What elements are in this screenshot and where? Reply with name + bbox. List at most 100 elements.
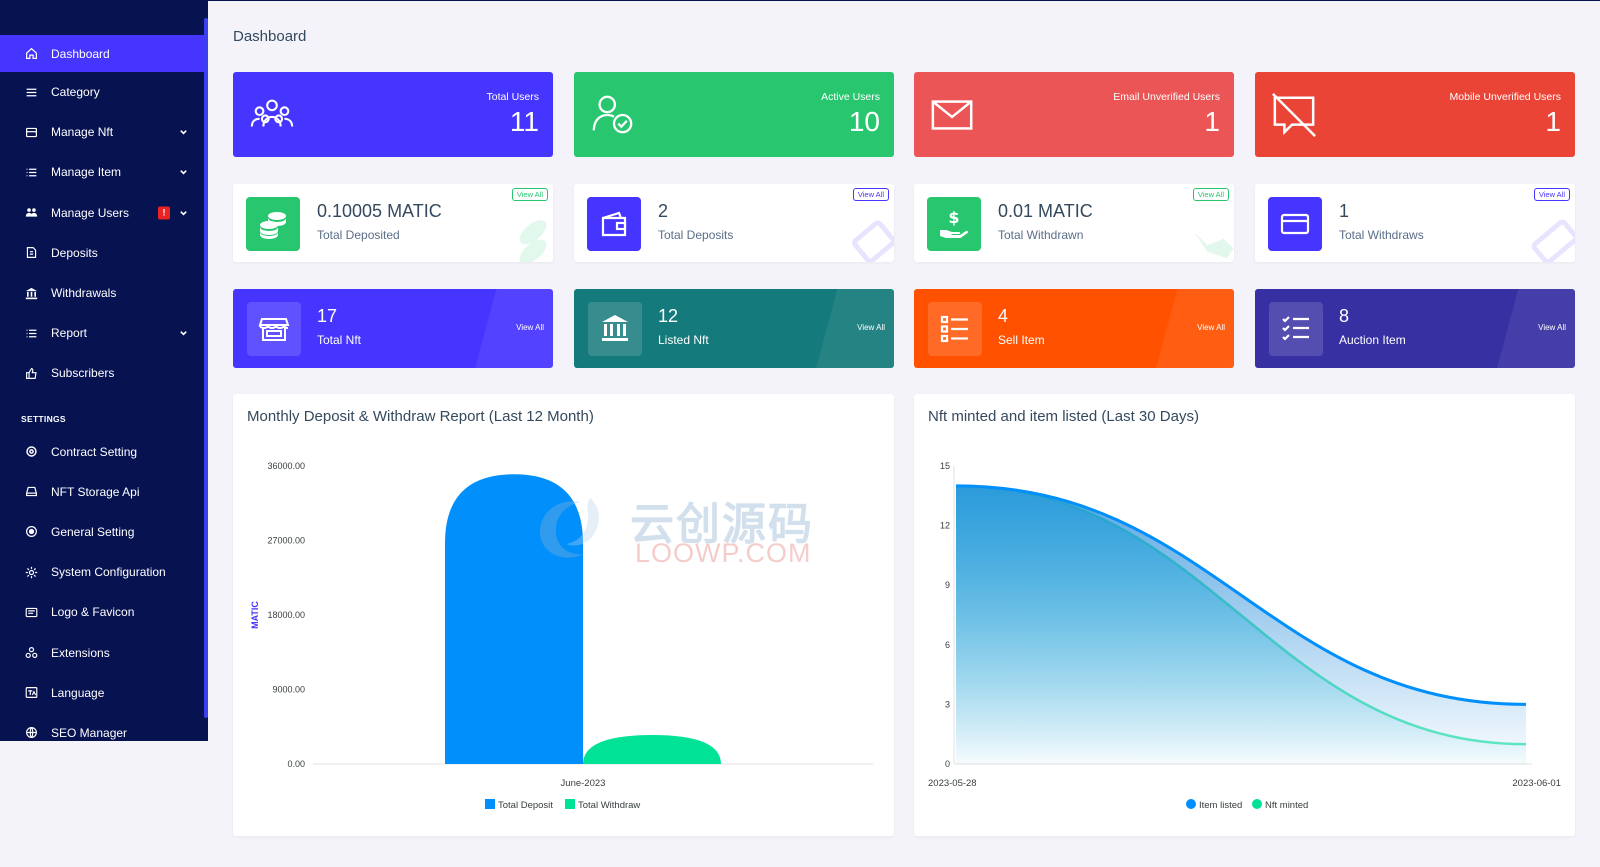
widget-listed-nft[interactable]: 12 Listed Nft View All: [574, 289, 894, 368]
sidebar-item-deposits[interactable]: Deposits: [0, 233, 204, 273]
file-dollar-icon: [24, 246, 38, 260]
widget-label: Sell Item: [998, 333, 1045, 347]
sidebar-item-report[interactable]: Report: [0, 313, 204, 353]
y-tick-label: 6: [945, 640, 950, 650]
images-icon: [24, 605, 38, 619]
store-icon-box: [247, 302, 301, 356]
sidebar-item-withdrawals[interactable]: Withdrawals: [0, 273, 204, 313]
y-tick-label: 15: [940, 461, 950, 471]
home-icon: [24, 47, 38, 61]
sidebar-item-label: Manage Users: [51, 205, 130, 220]
view-all-link[interactable]: View All: [1533, 188, 1570, 201]
hand-dollar-icon: $: [940, 208, 969, 238]
view-all-link[interactable]: View All: [1197, 323, 1225, 332]
widget-value: 0.10005 MATIC: [317, 201, 442, 221]
widget-label: Listed Nft: [658, 333, 709, 347]
sidebar-item-label: Dashboard: [51, 46, 110, 61]
stat-card-mobile-unverified[interactable]: Mobile Unverified Users 1: [1255, 72, 1575, 157]
panel-deposit-withdraw-report: Monthly Deposit & Withdraw Report (Last …: [233, 394, 894, 836]
sidebar-scrollbar[interactable]: [204, 18, 208, 718]
widget-label: Total Deposits: [658, 228, 734, 242]
y-tick-label: 0: [945, 759, 950, 769]
y-tick-label: 27000.00: [267, 536, 305, 546]
chevron-down-icon: [180, 331, 187, 336]
sidebar-nav: Dashboard Category Manage Nft Manage Ite…: [0, 35, 204, 741]
view-all-link[interactable]: View All: [1538, 323, 1566, 332]
sidebar-item-seo-manager[interactable]: SEO Manager: [0, 713, 204, 741]
y-tick-label: 9000.00: [272, 685, 305, 695]
credit-card-icon: [1280, 213, 1310, 235]
bar-chart: 36000.00 27000.00 18000.00 9000.00 0.00 MATIC…: [250, 461, 873, 811]
widget-total-deposited: 0.10005 MATIC Total Deposited View All: [233, 184, 553, 262]
widget-label: Total Nft: [317, 333, 362, 347]
wallet-deco-icon: [852, 220, 894, 262]
sidebar-item-label: Manage Nft: [51, 125, 114, 140]
tasks-icon: [1282, 316, 1309, 341]
sidebar-item-nft-storage-api[interactable]: NFT Storage Api: [0, 472, 204, 512]
y-tick-label: 18000.00: [267, 610, 305, 620]
list-icon-box: [928, 302, 982, 356]
sidebar-item-system-configuration[interactable]: System Configuration: [0, 552, 204, 592]
sidebar-item-extensions[interactable]: Extensions: [0, 632, 204, 672]
stat-value: 1: [1204, 106, 1220, 137]
sidebar-item-label: Deposits: [51, 245, 98, 260]
widget-auction-item[interactable]: 8 Auction Item View All: [1255, 289, 1575, 368]
widget-value: 4: [998, 306, 1009, 326]
comment-slash-icon: [1272, 93, 1316, 137]
sidebar-item-contract-setting[interactable]: Contract Setting: [0, 432, 204, 472]
sidebar-item-manage-item[interactable]: Manage Item: [0, 152, 204, 192]
y-tick-label: 9: [945, 580, 950, 590]
stat-label: Active Users: [821, 91, 880, 103]
view-all-link[interactable]: View All: [511, 188, 548, 201]
view-all-link[interactable]: View All: [852, 188, 889, 201]
stat-card-email-unverified[interactable]: Email Unverified Users 1: [914, 72, 1234, 157]
sidebar-item-label: Subscribers: [51, 366, 115, 381]
stat-card-total-users[interactable]: Total Users 11: [233, 72, 553, 157]
stat-label: Total Users: [486, 91, 539, 103]
view-all-link[interactable]: View All: [516, 323, 544, 332]
sidebar-item-language[interactable]: Language: [0, 673, 204, 713]
list-icon: [24, 326, 38, 340]
coins-icon: [260, 212, 286, 239]
legend-label: Total Deposit: [498, 800, 553, 811]
sidebar-item-manage-users[interactable]: Manage Users !: [0, 193, 204, 233]
panel-nft-minted-listed: Nft minted and item listed (Last 30 Days…: [914, 394, 1575, 836]
sidebar-item-dashboard[interactable]: Dashboard: [0, 35, 204, 72]
widget-label: Total Withdraws: [1339, 228, 1424, 242]
x-tick-label: 2023-06-01: [1512, 778, 1561, 789]
y-tick-label: 0.00: [287, 759, 305, 769]
legend-marker: [485, 799, 495, 809]
sidebar-item-category[interactable]: Category: [0, 72, 204, 112]
sidebar-item-label: SEO Manager: [51, 725, 128, 740]
sidebar-item-manage-nft[interactable]: Manage Nft: [0, 112, 204, 152]
widget-value: 2: [658, 201, 669, 221]
y-tick-label: 36000.00: [267, 461, 305, 471]
hand-deco-icon: [1194, 232, 1234, 259]
sidebar-section-settings: SETTINGS: [21, 413, 66, 424]
sidebar-item-logo-favicon[interactable]: Logo & Favicon: [0, 592, 204, 632]
view-all-link[interactable]: View All: [1192, 188, 1229, 201]
view-all-link[interactable]: View All: [857, 323, 885, 332]
store-icon: [258, 318, 290, 341]
page-title: Dashboard: [233, 28, 307, 45]
sidebar-item-subscribers[interactable]: Subscribers: [0, 353, 204, 393]
widget-total-withdrawn: $ 0.01 MATIC Total Withdrawn View All: [914, 184, 1234, 262]
coins-deco-icon: [519, 220, 547, 262]
stat-card-active-users[interactable]: Active Users 10: [574, 72, 894, 157]
sidebar-item-general-setting[interactable]: General Setting: [0, 512, 204, 552]
list-boxes-icon: [940, 315, 968, 343]
widget-total-nft[interactable]: 17 Total Nft View All: [233, 289, 553, 368]
legend-marker: [1252, 799, 1262, 809]
stat-label: Email Unverified Users: [1113, 91, 1220, 103]
widget-value: 8: [1339, 306, 1350, 326]
layers-icon: [24, 125, 38, 139]
topbar-divider: [208, 0, 1600, 1]
sidebar-item-label: Contract Setting: [51, 444, 138, 459]
cogs-icon: [24, 646, 38, 660]
drive-icon: [24, 485, 38, 499]
bank-icon: [602, 315, 628, 341]
widget-sell-item[interactable]: 4 Sell Item View All: [914, 289, 1234, 368]
sidebar-item-label: NFT Storage Api: [51, 484, 140, 499]
sidebar-item-label: Category: [51, 85, 100, 100]
legend-label: Nft minted: [1265, 800, 1308, 811]
